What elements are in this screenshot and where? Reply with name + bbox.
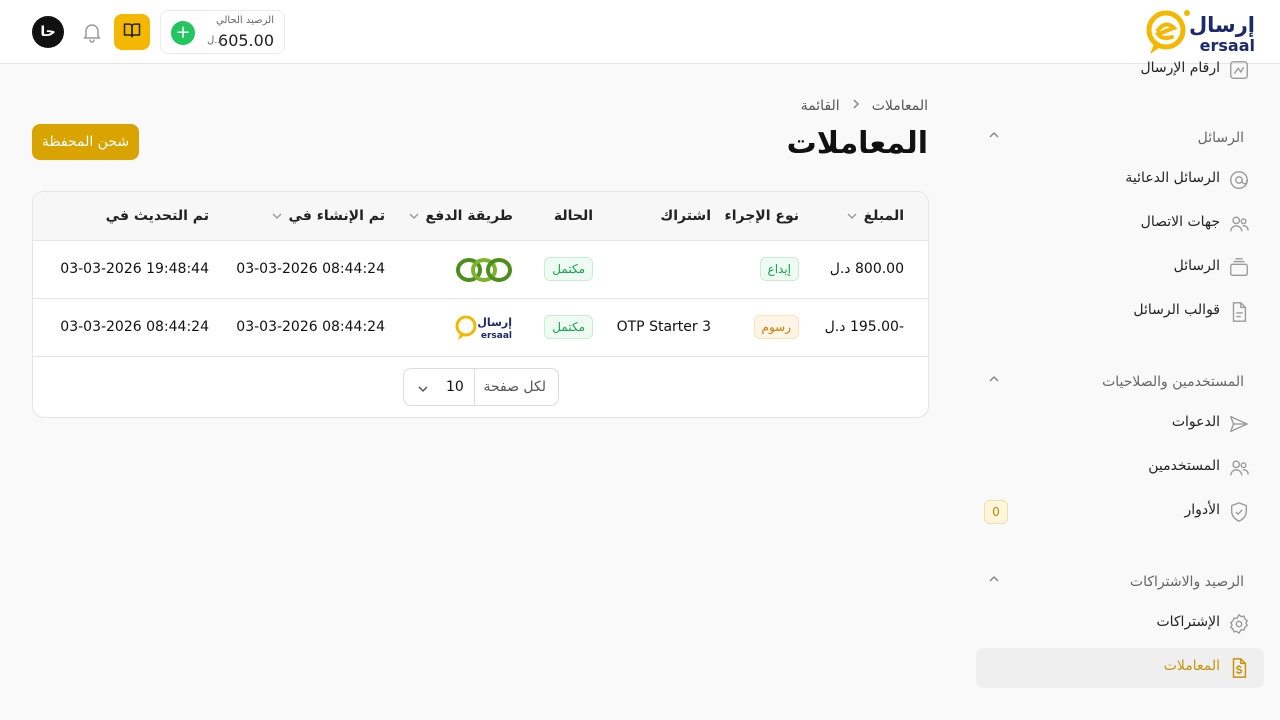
- add-balance-button[interactable]: +: [171, 21, 195, 45]
- sidebar-item-label: الدعوات: [1171, 414, 1220, 430]
- chevron-left-icon: [850, 98, 862, 114]
- sidebar-item-roles[interactable]: الأدوار: [976, 492, 1264, 532]
- balance-widget: + الرصيد الحالي 605.00 د.ل: [160, 10, 285, 54]
- inbox-icon: [1228, 257, 1250, 279]
- logo-arabic-text: إرسال: [477, 316, 512, 329]
- column-created-at[interactable]: تم الإنشاء في: [271, 208, 385, 224]
- column-amount-label: المبلغ: [863, 208, 904, 224]
- column-subscription: اشتراك: [660, 208, 711, 224]
- per-page-selector[interactable]: لكل صفحة 10: [403, 368, 559, 406]
- table-row[interactable]: 800.00 د.ل إيداع مكتمل 03-03-2026 08:44:…: [33, 241, 928, 299]
- status-badge: مكتمل: [544, 257, 593, 281]
- per-page-value: 10: [446, 379, 464, 395]
- balance-currency: د.ل: [207, 35, 222, 46]
- sidebar-item-invitations[interactable]: الدعوات: [976, 404, 1264, 444]
- sidebar-item-label: الرسائل: [1173, 258, 1220, 274]
- updated-at-cell: 03-03-2026 19:48:44: [60, 261, 209, 277]
- amount-cell: 800.00 د.ل: [829, 261, 904, 277]
- sidebar-section-billing: الرصيد والاشتراكات: [1129, 574, 1244, 590]
- users-icon: [1228, 457, 1250, 479]
- docs-button[interactable]: [114, 14, 150, 50]
- send-icon: [1228, 413, 1250, 435]
- per-page-label: لكل صفحة: [483, 379, 546, 395]
- column-amount[interactable]: المبلغ: [846, 208, 904, 224]
- table-header: المبلغ نوع الإجراء اشتراك الحالة طريقة ا…: [33, 192, 928, 241]
- ersaal-payment-logo-icon: إرسال ersaal: [455, 313, 513, 345]
- column-action-type: نوع الإجراء: [724, 208, 799, 224]
- table-row[interactable]: -195.00 د.ل رسوم OTP Starter 3 مكتمل إرس…: [33, 299, 928, 357]
- sidebar-item-transactions[interactable]: المعاملات: [976, 648, 1264, 688]
- breadcrumb-list: القائمة: [800, 98, 840, 114]
- chevron-up-icon[interactable]: [986, 371, 1002, 387]
- balance-amount: 605.00: [218, 31, 274, 50]
- book-icon: [122, 20, 142, 44]
- updated-at-cell: 03-03-2026 08:44:24: [60, 319, 209, 335]
- avatar[interactable]: حا: [32, 16, 64, 48]
- subscription-cell: OTP Starter 3: [616, 319, 711, 335]
- top-up-wallet-button[interactable]: شحن المحفظة: [32, 124, 139, 160]
- sidebar-item-label: ارقام الإرسال: [1140, 60, 1220, 76]
- column-payment-method[interactable]: طريقة الدفع: [408, 208, 513, 224]
- column-created-at-label: تم الإنشاء في: [288, 208, 385, 224]
- green-rings-logo-icon: [455, 257, 513, 287]
- sort-chevron-icon: [408, 210, 420, 222]
- chevron-down-icon: [416, 381, 430, 395]
- breadcrumb: المعاملات القائمة: [801, 98, 928, 114]
- column-status: الحالة: [553, 208, 593, 224]
- status-badge: مكتمل: [544, 315, 593, 339]
- dollar-file-icon: [1228, 657, 1250, 679]
- users-icon: [1228, 213, 1250, 235]
- balance-label: الرصيد الحالي: [216, 15, 274, 26]
- action-type-badge: إيداع: [759, 257, 799, 281]
- sidebar-item-messages[interactable]: الرسائل: [976, 248, 1264, 288]
- logo-latin-text: ersaal: [481, 331, 512, 341]
- sidebar-item-subscriptions[interactable]: الإشتراكات: [976, 604, 1264, 644]
- sidebar-item-label: جهات الاتصال: [1140, 214, 1220, 230]
- notifications-bell-icon[interactable]: [80, 20, 104, 44]
- document-icon: [1228, 301, 1250, 323]
- amount-cell: -195.00 د.ل: [824, 319, 904, 335]
- sort-chevron-icon: [271, 210, 283, 222]
- column-payment-method-label: طريقة الدفع: [425, 208, 513, 224]
- page-title: المعاملات: [786, 126, 928, 161]
- subscription-badge-icon: [1228, 613, 1250, 635]
- sidebar-item-sender-numbers[interactable]: ارقام الإرسال: [976, 50, 1264, 90]
- divider: [474, 369, 475, 405]
- sidebar-item-label: المستخدمين: [1148, 458, 1220, 474]
- roles-count-badge: 0: [984, 500, 1008, 524]
- action-type-badge: رسوم: [753, 315, 799, 339]
- numbers-icon: [1228, 59, 1250, 81]
- sidebar-item-campaigns[interactable]: الرسائل الدعائية: [976, 160, 1264, 200]
- transactions-table: المبلغ نوع الإجراء اشتراك الحالة طريقة ا…: [32, 191, 929, 418]
- sidebar-section-messages: الرسائل: [1197, 130, 1244, 146]
- at-sign-icon: [1228, 169, 1250, 191]
- sidebar-item-label: الأدوار: [1184, 502, 1220, 518]
- sidebar-item-label: الإشتراكات: [1156, 614, 1220, 630]
- column-updated-at: تم التحديث في: [105, 208, 209, 224]
- sidebar-section-users: المستخدمين والصلاحيات: [1102, 374, 1244, 390]
- chevron-up-icon[interactable]: [986, 571, 1002, 587]
- chevron-up-icon[interactable]: [986, 127, 1002, 143]
- logo-arabic-text: إرسال: [1189, 13, 1255, 37]
- created-at-cell: 03-03-2026 08:44:24: [236, 261, 385, 277]
- sidebar-item-contacts[interactable]: جهات الاتصال: [976, 204, 1264, 244]
- created-at-cell: 03-03-2026 08:44:24: [236, 319, 385, 335]
- sidebar-item-templates[interactable]: قوالب الرسائل: [976, 292, 1264, 332]
- sidebar-item-label: قوالب الرسائل: [1133, 302, 1220, 318]
- sort-chevron-icon: [846, 210, 858, 222]
- breadcrumb-transactions[interactable]: المعاملات: [872, 98, 928, 114]
- sidebar-item-users[interactable]: المستخدمين: [976, 448, 1264, 488]
- sidebar-item-label: الرسائل الدعائية: [1125, 170, 1220, 186]
- shield-check-icon: [1228, 501, 1250, 523]
- sidebar-item-label: المعاملات: [1163, 658, 1220, 674]
